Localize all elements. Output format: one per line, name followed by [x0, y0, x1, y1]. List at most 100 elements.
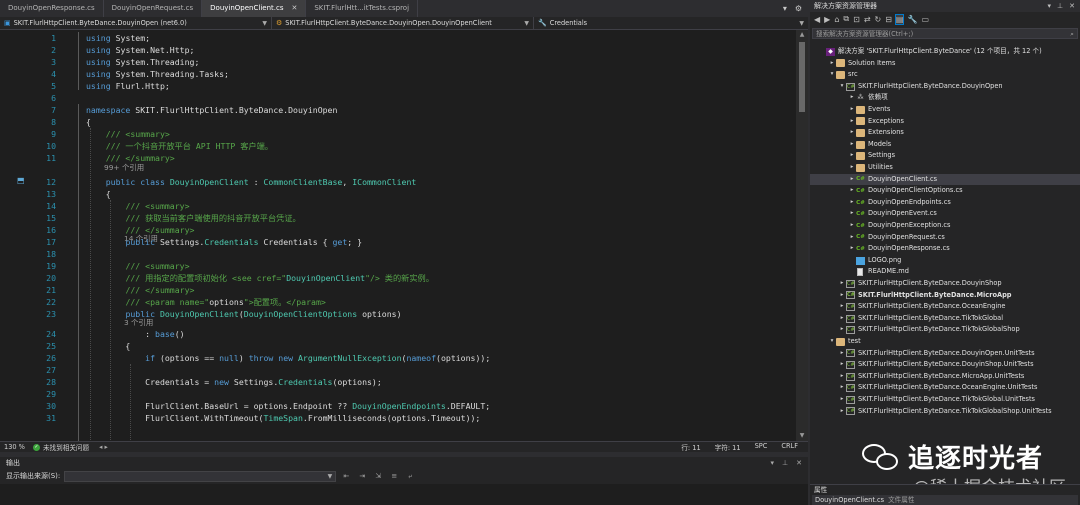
tree-item[interactable]: LOGO.png [810, 255, 1080, 267]
code-line[interactable]: 29 [0, 388, 796, 400]
switch-views-icon[interactable]: ⧉ [843, 14, 849, 24]
expanded-arrow-icon[interactable]: ▾ [828, 336, 836, 348]
collapsed-arrow-icon[interactable]: ▸ [838, 371, 846, 383]
collapsed-arrow-icon[interactable]: ▸ [838, 359, 846, 371]
code-line[interactable]: 14 /// <summary> [0, 200, 796, 212]
code-line[interactable]: 26 if (options == null) throw new Argume… [0, 352, 796, 364]
code-text[interactable]: using Flurl.Http; [86, 80, 170, 92]
code-text[interactable]: /// 用指定的配置项初始化 <see cref="DouyinOpenClie… [86, 272, 433, 284]
collapsed-arrow-icon[interactable]: ▸ [848, 104, 856, 116]
tree-item[interactable]: ▸ C# SKIT.FlurlHttpClient.ByteDance.Douyin… [810, 359, 1080, 371]
tab-douyin-open-client[interactable]: DouyinOpenClient.cs ✕ [202, 0, 307, 17]
tree-item[interactable]: ▸ C# SKIT.FlurlHttpClient.ByteDance.TikTok… [810, 394, 1080, 406]
collapsed-arrow-icon[interactable]: ▸ [848, 220, 856, 232]
tree-item[interactable]: ▸ Models [810, 139, 1080, 151]
code-line[interactable]: 5 using Flurl.Http; [0, 80, 796, 92]
code-text[interactable]: { [86, 340, 130, 352]
collapsed-arrow-icon[interactable]: ▸ [848, 139, 856, 151]
code-line[interactable]: 8{ [0, 116, 796, 128]
tab-unit-tests-csproj[interactable]: SKIT.FlurlHtt...itTests.csproj [306, 0, 419, 17]
refresh-icon[interactable]: ↻ [875, 15, 882, 24]
code-text[interactable]: using System.Threading; [86, 56, 199, 68]
editor-vertical-scrollbar[interactable]: ▲ ▼ [796, 30, 808, 441]
output-text-area[interactable] [0, 484, 808, 505]
tree-item[interactable]: ▸ Extensions [810, 127, 1080, 139]
tree-item[interactable]: ▾ test [810, 336, 1080, 348]
code-line[interactable]: 10 /// 一个抖音开放平台 API HTTP 客户端。 [0, 140, 796, 152]
collapse-all-icon[interactable]: ⊟ [885, 15, 892, 24]
tree-item[interactable]: ▸ Exceptions [810, 116, 1080, 128]
tree-item[interactable]: ▸ C# SKIT.FlurlHttpClient.ByteDance.TikTok… [810, 313, 1080, 325]
tree-item[interactable]: ▸ C# SKIT.FlurlHttpClient.ByteDance.MicroA… [810, 371, 1080, 383]
code-text[interactable]: using System; [86, 32, 150, 44]
tree-item[interactable]: ▸ C# DouyinOpenClient.cs [810, 173, 1080, 186]
code-line[interactable]: 25 { [0, 340, 796, 352]
code-line[interactable]: 22 /// <param name="options">配置项。</param… [0, 296, 796, 308]
window-menu-icon[interactable]: ▾ [771, 457, 775, 469]
collapsed-arrow-icon[interactable]: ▸ [848, 197, 856, 209]
tree-item[interactable]: ▸ C# SKIT.FlurlHttpClient.ByteDance.Douyin… [810, 348, 1080, 360]
code-line[interactable]: 3 using System.Threading; [0, 56, 796, 68]
show-all-files-icon[interactable]: ▤ [894, 13, 905, 25]
code-line[interactable]: 23 public DouyinOpenClient(DouyinOpenCli… [0, 308, 796, 320]
code-line[interactable]: 6 [0, 92, 796, 104]
code-line[interactable]: 24 : base() [0, 328, 796, 340]
code-text[interactable]: using System.Net.Http; [86, 44, 194, 56]
code-line[interactable]: 7 namespace SKIT.FlurlHttpClient.ByteDanc… [0, 104, 796, 116]
tree-item[interactable]: ▾ src [810, 69, 1080, 81]
collapsed-arrow-icon[interactable]: ▸ [848, 232, 856, 244]
collapsed-arrow-icon[interactable]: ▸ [848, 243, 856, 255]
code-text[interactable]: public DouyinOpenClient(DouyinOpenClient… [86, 308, 401, 320]
zoom-level[interactable]: 130 % [0, 443, 29, 451]
pending-changes-filter-icon[interactable]: ⊡ [853, 15, 860, 24]
code-line[interactable]: 31 FlurlClient.WithTimeout(TimeSpan.From… [0, 412, 796, 424]
properties-wrench-icon[interactable]: 🔧 [907, 15, 917, 24]
member-dropdown[interactable]: 🔧 Credentials ▼ [534, 17, 808, 30]
collapsed-arrow-icon[interactable]: ▸ [838, 382, 846, 394]
tree-item[interactable]: ▸ C# SKIT.FlurlHttpClient.ByteDance.OceanE… [810, 301, 1080, 313]
window-menu-icon[interactable]: ▾ [1048, 0, 1052, 12]
tree-item[interactable]: ▸ C# DouyinOpenClientOptions.cs [810, 185, 1080, 197]
collapsed-arrow-icon[interactable]: ▸ [848, 208, 856, 220]
back-icon[interactable]: ◀ [814, 15, 820, 24]
code-line[interactable]: 19 /// <summary> [0, 260, 796, 272]
collapsed-arrow-icon[interactable]: ▸ [848, 92, 856, 104]
tree-item[interactable]: ▸ C# DouyinOpenResponse.cs [810, 243, 1080, 255]
code-text[interactable]: /// 一个抖音开放平台 API HTTP 客户端。 [86, 140, 273, 152]
code-line[interactable]: 18 [0, 248, 796, 260]
code-line[interactable]: 1 using System; [0, 32, 796, 44]
close-tab-icon[interactable]: ✕ [291, 4, 297, 12]
properties-object-selector[interactable]: DouyinOpenClient.cs 文件属性 [812, 495, 1078, 505]
settings-gear-icon[interactable]: ⚙ [795, 4, 802, 13]
next-message-icon[interactable]: ⇲ [372, 471, 384, 482]
solution-search-input[interactable]: 搜索解决方案资源管理器(Ctrl+;) ⌕ [812, 28, 1078, 39]
collapsed-arrow-icon[interactable]: ▸ [848, 150, 856, 162]
code-line[interactable]: 12 public class DouyinOpenClient : Commo… [0, 176, 796, 188]
tree-item[interactable]: ▸ C# DouyinOpenRequest.cs [810, 232, 1080, 244]
collapsed-arrow-icon[interactable]: ▸ [848, 174, 856, 186]
code-text[interactable]: namespace SKIT.FlurlHttpClient.ByteDance… [86, 104, 337, 116]
collapsed-arrow-icon[interactable]: ▸ [848, 127, 856, 139]
code-line[interactable]: 20 /// 用指定的配置项初始化 <see cref="DouyinOpenC… [0, 272, 796, 284]
tree-item[interactable]: ◆ 解决方案 'SKIT.FlurlHttpClient.ByteDance' (… [810, 46, 1080, 58]
tree-item[interactable]: ▸ Events [810, 104, 1080, 116]
tree-item[interactable]: README.md [810, 266, 1080, 278]
pin-icon[interactable]: ⊥ [1057, 0, 1063, 12]
pin-icon[interactable]: ⊥ [782, 457, 788, 469]
collapsed-arrow-icon[interactable]: ▸ [838, 278, 846, 290]
tab-overflow-icon[interactable]: ▾ [783, 4, 787, 13]
type-dropdown[interactable]: ⚙ SKIT.FlurlHttpClient.ByteDance.DouyinO… [272, 17, 534, 30]
collapsed-arrow-icon[interactable]: ▸ [828, 58, 836, 70]
code-line[interactable]: 16 /// </summary> [0, 224, 796, 236]
code-text[interactable]: FlurlClient.BaseUrl = options.Endpoint ?… [86, 400, 490, 412]
tree-item[interactable]: ▸ C# SKIT.FlurlHttpClient.ByteDance.Douyin… [810, 278, 1080, 290]
tree-item[interactable]: ▸ C# SKIT.FlurlHttpClient.ByteDance.OceanE… [810, 382, 1080, 394]
project-dropdown[interactable]: ▣ SKIT.FlurlHttpClient.ByteDance.DouyinO… [0, 17, 272, 30]
tree-item[interactable]: ▸ ⁂ 依赖项 [810, 92, 1080, 104]
code-text[interactable]: /// <param name="options">配置项。</param> [86, 296, 325, 308]
code-text[interactable]: public Settings.Credentials Credentials … [86, 236, 362, 248]
code-text[interactable]: { [86, 116, 91, 128]
code-text[interactable]: /// 获取当前客户端使用的抖音开放平台凭证。 [86, 212, 300, 224]
tree-item[interactable]: ▸ C# DouyinOpenException.cs [810, 220, 1080, 232]
nav-arrows-icon[interactable]: ◂ ▸ [99, 443, 108, 451]
